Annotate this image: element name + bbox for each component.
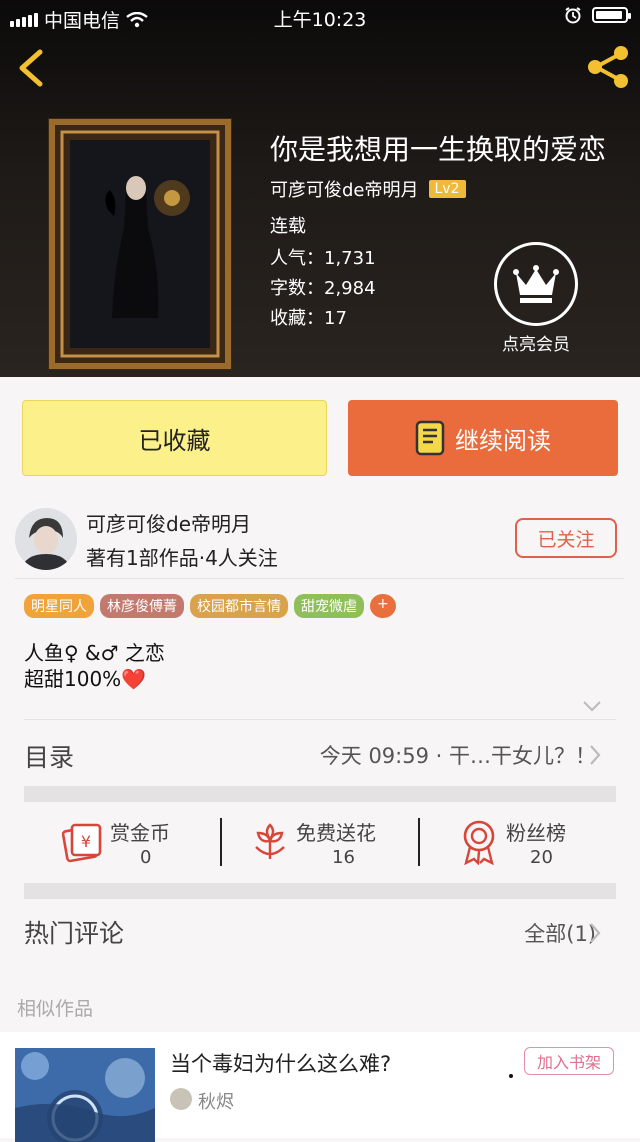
tag-item[interactable]: 校园都市言情 <box>190 594 288 618</box>
all-comments-link[interactable]: 全部(1) <box>524 918 596 948</box>
flower-icon <box>255 823 285 859</box>
description-line: 人鱼♀ &♂ 之恋 <box>24 641 165 665</box>
expand-chevron-icon[interactable] <box>582 700 602 712</box>
stat-reward[interactable]: ¥ 赏金币 0 <box>60 815 210 875</box>
status-bar: 中国电信 上午10:23 <box>0 0 640 34</box>
tag-item[interactable]: 林彦俊傅菁 <box>100 594 184 618</box>
book-header: 中国电信 上午10:23 你是我想用一生换取的爱恋 可彦可俊de帝明月 Lv2 … <box>0 0 640 377</box>
tag-item[interactable]: 甜宠微虐 <box>294 594 364 618</box>
clock: 上午10:23 <box>273 9 367 31</box>
chevron-right-icon[interactable] <box>588 744 602 766</box>
divider <box>15 578 624 579</box>
tag-list: 明星同人 林彦俊傅菁 校园都市言情 甜宠微虐 + <box>24 594 396 618</box>
svg-text:¥: ¥ <box>81 832 91 851</box>
section-band <box>24 786 616 802</box>
vip-button[interactable]: 点亮会员 <box>490 242 582 355</box>
back-icon[interactable] <box>14 48 50 88</box>
hot-comments-title: 热门评论 <box>24 919 125 948</box>
latest-chapter[interactable]: 今天 09:59 · 干…干女儿？！ <box>320 740 596 770</box>
alarm-icon <box>565 7 581 24</box>
stat-divider <box>418 818 420 866</box>
favorited-label: 已收藏 <box>138 426 211 455</box>
author-name[interactable]: 可彦可俊de帝明月 <box>86 508 251 537</box>
chevron-right-icon[interactable] <box>588 922 602 944</box>
book-title: 你是我想用一生换取的爱恋 <box>270 133 607 166</box>
stat-divider <box>220 818 222 866</box>
vip-label: 点亮会员 <box>502 335 570 355</box>
stat-label: 粉丝榜 <box>506 821 566 845</box>
divider <box>24 719 616 720</box>
similar-book-card[interactable]: 当个毒妇为什么这么难? 秋烬 加入书架 <box>0 1032 640 1142</box>
similar-author-avatar <box>170 1088 192 1110</box>
add-to-shelf-label: 加入书架 <box>536 1053 601 1072</box>
follow-button[interactable]: 已关注 <box>515 518 617 558</box>
reward-coin-icon: ¥ <box>62 823 102 863</box>
similar-book-author: 秋烬 <box>198 1092 234 1113</box>
add-to-shelf-button[interactable]: 加入书架 <box>524 1047 614 1075</box>
similar-book-cover <box>15 1048 155 1142</box>
popularity-stat: 人气：1,731 <box>270 248 376 269</box>
book-author[interactable]: 可彦可俊de帝明月 <box>270 176 419 202</box>
level-badge: Lv2 <box>428 180 466 198</box>
share-icon[interactable] <box>584 44 632 90</box>
similar-book-title[interactable]: 当个毒妇为什么这么难? <box>170 1048 391 1078</box>
continue-reading-label: 继续阅读 <box>455 426 551 455</box>
crown-icon <box>513 265 559 303</box>
description-line: 超甜100%❤️ <box>24 667 147 691</box>
stat-value: 0 <box>140 847 152 868</box>
word-count-stat: 字数：2,984 <box>270 278 376 299</box>
tag-item[interactable]: 明星同人 <box>24 594 94 618</box>
avatar-image <box>15 508 77 570</box>
follow-label: 已关注 <box>537 528 595 551</box>
favorited-button[interactable]: 已收藏 <box>22 400 327 476</box>
favorites-stat: 收藏：17 <box>270 308 347 329</box>
section-band <box>24 883 616 899</box>
author-avatar[interactable] <box>15 508 77 570</box>
author-info: 著有1部作品·4人关注 <box>86 546 278 570</box>
more-tags-button[interactable]: + <box>370 594 396 618</box>
book-icon <box>415 420 445 456</box>
medal-icon <box>463 820 495 865</box>
book-description: 人鱼♀ &♂ 之恋 超甜100%❤️ <box>24 640 165 692</box>
book-status: 连载 <box>270 216 306 237</box>
toc-title[interactable]: 目录 <box>24 738 74 774</box>
similar-section-title: 相似作品 <box>17 998 94 1020</box>
stat-flowers[interactable]: 免费送花 16 <box>250 815 410 875</box>
battery-icon <box>592 7 631 23</box>
continue-reading-button[interactable]: 继续阅读 <box>348 400 618 476</box>
stat-value: 16 <box>332 847 355 868</box>
book-cover <box>48 118 232 370</box>
stat-label: 赏金币 <box>110 821 170 845</box>
stat-value: 20 <box>530 847 553 868</box>
stat-label: 免费送花 <box>296 821 376 845</box>
stat-fans[interactable]: 粉丝榜 20 <box>460 815 610 875</box>
dot-marker <box>509 1074 513 1078</box>
